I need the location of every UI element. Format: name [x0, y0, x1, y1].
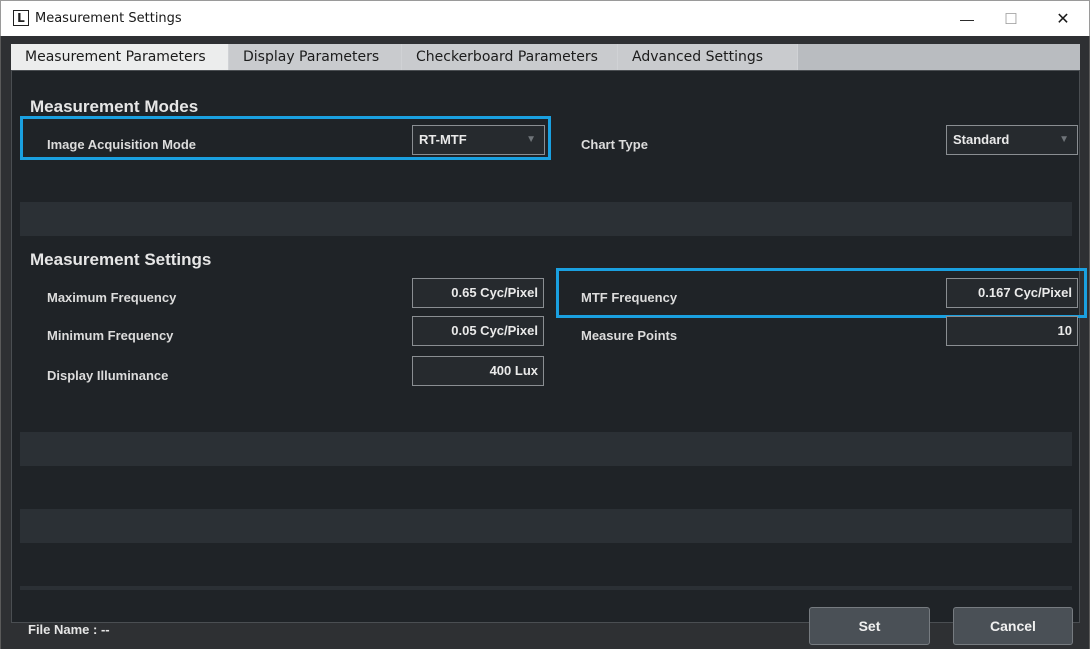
chart-type-value: Standard — [953, 132, 1010, 147]
maximum-frequency-field[interactable]: 0.65 Cyc/Pixel — [412, 278, 544, 308]
row-stripe — [20, 509, 1072, 543]
minimum-frequency-label: Minimum Frequency — [47, 328, 174, 343]
tab-checkerboard-parameters[interactable]: Checkerboard Parameters — [402, 44, 618, 70]
file-name-label: File Name : -- — [28, 622, 110, 637]
maximize-icon: ☐ — [1004, 11, 1018, 28]
row-stripe — [20, 586, 1072, 590]
close-button[interactable]: ✕ — [1041, 1, 1085, 37]
display-illuminance-field[interactable]: 400 Lux — [412, 356, 544, 386]
chart-type-select[interactable]: Standard ▼ — [946, 125, 1078, 155]
maximize-button[interactable]: ☐ — [989, 1, 1033, 37]
close-icon: ✕ — [1056, 11, 1070, 28]
display-illuminance-label: Display Illuminance — [47, 368, 169, 383]
app-logo-icon: L — [13, 10, 29, 26]
measure-points-label: Measure Points — [581, 328, 678, 343]
measure-points-field[interactable]: 10 — [946, 316, 1078, 346]
window-title: Measurement Settings — [35, 11, 182, 26]
row-stripe — [20, 432, 1072, 466]
mtf-frequency-highlight — [556, 268, 1087, 318]
set-button[interactable]: Set — [809, 607, 930, 645]
cancel-button[interactable]: Cancel — [953, 607, 1073, 645]
measurement-settings-title: Measurement Settings — [30, 250, 212, 269]
chevron-down-icon: ▼ — [1059, 134, 1069, 145]
minimum-frequency-field[interactable]: 0.05 Cyc/Pixel — [412, 316, 544, 346]
measurement-modes-title: Measurement Modes — [30, 97, 199, 116]
tab-bar: Measurement Parameters Display Parameter… — [11, 44, 1080, 70]
minimize-icon: — — [960, 11, 974, 27]
maximum-frequency-label: Maximum Frequency — [47, 290, 177, 305]
minimize-button[interactable]: — — [945, 1, 989, 37]
acquisition-mode-highlight — [20, 116, 551, 160]
chart-type-label: Chart Type — [581, 137, 648, 152]
title-bar: L Measurement Settings — ☐ ✕ — [0, 0, 1090, 36]
tab-display-parameters[interactable]: Display Parameters — [229, 44, 402, 70]
tab-measurement-parameters[interactable]: Measurement Parameters — [11, 44, 229, 70]
main-frame: Measurement Parameters Display Parameter… — [0, 36, 1090, 649]
tab-content-panel: Measurement Modes Image Acquisition Mode… — [11, 70, 1087, 623]
tab-advanced-settings[interactable]: Advanced Settings — [618, 44, 798, 70]
row-stripe — [20, 202, 1072, 236]
